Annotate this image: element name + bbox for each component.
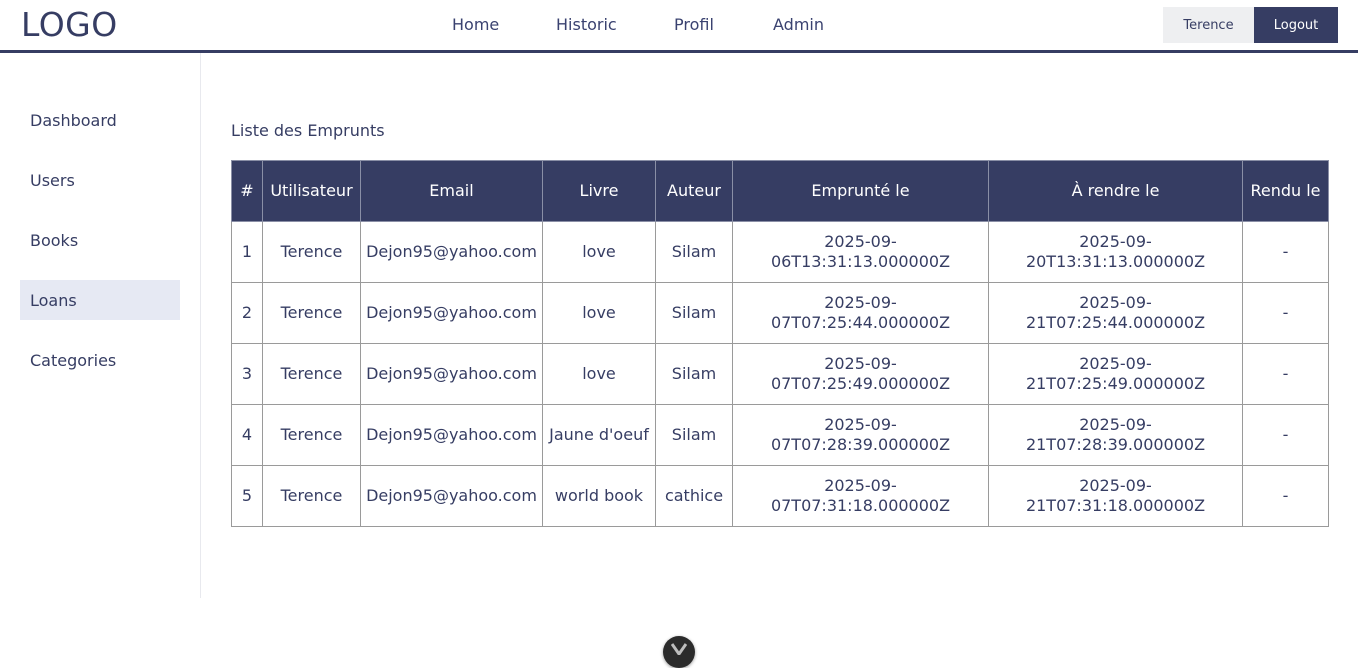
user-button[interactable]: Terence xyxy=(1163,7,1254,43)
sidebar-item-books[interactable]: Books xyxy=(20,220,180,260)
cell-book: world book xyxy=(542,465,656,527)
cell-author: cathice xyxy=(655,465,733,527)
cell-borrowed-at: 2025-09-07T07:25:44.000000Z xyxy=(732,282,989,344)
cell-book: love xyxy=(542,343,656,405)
cell-index: 2 xyxy=(231,282,263,344)
cell-email: Dejon95@yahoo.com xyxy=(360,221,543,283)
cell-due-at: 2025-09-21T07:25:49.000000Z xyxy=(988,343,1243,405)
col-header-email: Email xyxy=(360,160,543,222)
scroll-down-button[interactable] xyxy=(663,636,695,668)
table-row: 4 Terence Dejon95@yahoo.com Jaune d'oeuf… xyxy=(231,404,1329,466)
cell-returned-at: - xyxy=(1242,282,1329,344)
cell-returned-at: - xyxy=(1242,465,1329,527)
loans-table: # Utilisateur Email Livre Auteur Emprunt… xyxy=(231,160,1329,527)
nav-historic[interactable]: Historic xyxy=(556,15,617,34)
logout-button[interactable]: Logout xyxy=(1254,7,1338,43)
sidebar-item-dashboard[interactable]: Dashboard xyxy=(20,100,180,140)
cell-book: love xyxy=(542,221,656,283)
cell-user: Terence xyxy=(262,282,361,344)
table-row: 5 Terence Dejon95@yahoo.com world book c… xyxy=(231,465,1329,527)
sidebar-item-users[interactable]: Users xyxy=(20,160,180,200)
cell-returned-at: - xyxy=(1242,404,1329,466)
table-header-row: # Utilisateur Email Livre Auteur Emprunt… xyxy=(231,160,1329,222)
col-header-index: # xyxy=(231,160,263,222)
cell-index: 3 xyxy=(231,343,263,405)
cell-user: Terence xyxy=(262,404,361,466)
table-row: 3 Terence Dejon95@yahoo.com love Silam 2… xyxy=(231,343,1329,405)
main-nav: Home Historic Profil Admin xyxy=(0,15,1358,37)
top-navbar: LOGO Home Historic Profil Admin Terence … xyxy=(0,0,1358,53)
cell-index: 5 xyxy=(231,465,263,527)
sidebar-item-categories[interactable]: Categories xyxy=(20,340,180,380)
page-title: Liste des Emprunts xyxy=(231,121,385,140)
nav-profil[interactable]: Profil xyxy=(674,15,714,34)
cell-book: love xyxy=(542,282,656,344)
cell-due-at: 2025-09-21T07:25:44.000000Z xyxy=(988,282,1243,344)
col-header-book: Livre xyxy=(542,160,656,222)
chevron-down-icon xyxy=(671,643,687,655)
cell-email: Dejon95@yahoo.com xyxy=(360,465,543,527)
cell-author: Silam xyxy=(655,343,733,405)
col-header-author: Auteur xyxy=(655,160,733,222)
sidebar: Dashboard Users Books Loans Categories xyxy=(0,53,201,598)
cell-returned-at: - xyxy=(1242,221,1329,283)
cell-borrowed-at: 2025-09-07T07:25:49.000000Z xyxy=(732,343,989,405)
cell-email: Dejon95@yahoo.com xyxy=(360,404,543,466)
cell-email: Dejon95@yahoo.com xyxy=(360,343,543,405)
col-header-user: Utilisateur xyxy=(262,160,361,222)
col-header-returned-at: Rendu le xyxy=(1242,160,1329,222)
cell-borrowed-at: 2025-09-07T07:31:18.000000Z xyxy=(732,465,989,527)
cell-user: Terence xyxy=(262,343,361,405)
table-row: 2 Terence Dejon95@yahoo.com love Silam 2… xyxy=(231,282,1329,344)
cell-due-at: 2025-09-20T13:31:13.000000Z xyxy=(988,221,1243,283)
cell-returned-at: - xyxy=(1242,343,1329,405)
table-row: 1 Terence Dejon95@yahoo.com love Silam 2… xyxy=(231,221,1329,283)
cell-user: Terence xyxy=(262,221,361,283)
cell-index: 4 xyxy=(231,404,263,466)
cell-author: Silam xyxy=(655,282,733,344)
cell-author: Silam xyxy=(655,221,733,283)
cell-book: Jaune d'oeuf xyxy=(542,404,656,466)
cell-index: 1 xyxy=(231,221,263,283)
cell-author: Silam xyxy=(655,404,733,466)
sidebar-item-loans[interactable]: Loans xyxy=(20,280,180,320)
col-header-due-at: À rendre le xyxy=(988,160,1243,222)
nav-home[interactable]: Home xyxy=(452,15,499,34)
cell-email: Dejon95@yahoo.com xyxy=(360,282,543,344)
cell-borrowed-at: 2025-09-07T07:28:39.000000Z xyxy=(732,404,989,466)
cell-borrowed-at: 2025-09-06T13:31:13.000000Z xyxy=(732,221,989,283)
cell-due-at: 2025-09-21T07:31:18.000000Z xyxy=(988,465,1243,527)
cell-due-at: 2025-09-21T07:28:39.000000Z xyxy=(988,404,1243,466)
nav-admin[interactable]: Admin xyxy=(773,15,824,34)
cell-user: Terence xyxy=(262,465,361,527)
col-header-borrowed-at: Emprunté le xyxy=(732,160,989,222)
